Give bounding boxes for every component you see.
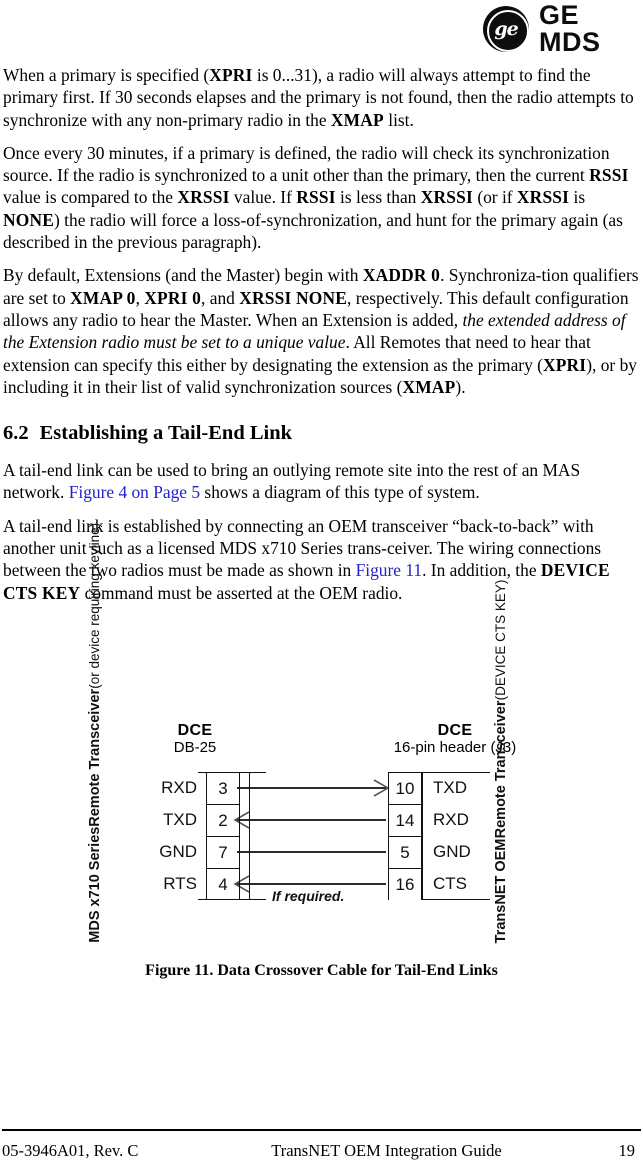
pin-signal: GND bbox=[433, 842, 471, 861]
pin-row: 16 CTS bbox=[388, 868, 477, 900]
pin-row: 10 TXD bbox=[388, 772, 477, 804]
right-device-label: TransNET OEM Remote Transceiver (DEVICE … bbox=[493, 579, 509, 943]
left-connector-bottom-rule bbox=[198, 899, 266, 900]
left-device-line3: (or device requiring keyline) bbox=[87, 523, 102, 690]
pin-number: 7 bbox=[206, 836, 240, 868]
ge-mds-logo: ge GE MDS bbox=[483, 0, 641, 57]
section-number: 6.2 bbox=[3, 422, 29, 445]
right-device-line3: (DEVICE CTS KEY) bbox=[493, 579, 508, 701]
left-device-label: MDS x710 Series Remote Transceiver (or d… bbox=[87, 523, 103, 943]
pin-number: 14 bbox=[388, 804, 422, 836]
pin-signal: CTS bbox=[433, 874, 467, 893]
left-device-line2: Remote Transceiver bbox=[87, 689, 103, 827]
paragraph-2: Once every 30 minutes, if a primary is d… bbox=[3, 142, 629, 253]
connector-spine bbox=[240, 772, 250, 804]
pin-row: TXD 2 bbox=[152, 804, 250, 836]
ge-mds-wordmark: GE MDS bbox=[539, 0, 601, 57]
pin-row: RXD 3 bbox=[152, 772, 250, 804]
right-device-line1: TransNET OEM bbox=[493, 838, 509, 943]
wire-rxd-txd bbox=[237, 779, 390, 797]
pin-number: 5 bbox=[388, 836, 422, 868]
section-title: Establishing a Tail-End Link bbox=[39, 422, 293, 445]
connector-spine bbox=[240, 836, 250, 868]
pin-signal: RTS bbox=[163, 874, 197, 893]
if-required-annotation: If required. bbox=[272, 888, 345, 904]
right-connector-header: DCE 16-pin header (J3) bbox=[330, 722, 580, 757]
right-connector-subtitle: 16-pin header (J3) bbox=[393, 738, 517, 756]
left-connector-type: DCE bbox=[177, 722, 213, 739]
pin-number: 10 bbox=[388, 772, 422, 804]
right-connector-pinout: 10 TXD 14 RXD 5 GND 16 CTS bbox=[388, 772, 490, 900]
ge-monogram-icon: ge bbox=[483, 6, 529, 52]
paragraph-4: A tail-end link can be used to bring an … bbox=[3, 460, 581, 503]
pin-row: 5 GND bbox=[388, 836, 477, 868]
footer-title: TransNET OEM Integration Guide bbox=[271, 1141, 502, 1160]
right-connector-bottom-rule bbox=[422, 899, 490, 900]
pin-signal: RXD bbox=[433, 810, 469, 829]
wire-rxd-rev bbox=[233, 811, 386, 829]
left-connector-subtitle: DB-25 bbox=[173, 738, 217, 756]
paragraph-3: By default, Extensions (and the Master) … bbox=[3, 265, 639, 397]
section-heading: 6.2 Establishing a Tail-End Link bbox=[3, 420, 640, 446]
right-connector-type: DCE bbox=[437, 722, 473, 739]
pin-signal: TXD bbox=[433, 778, 467, 797]
pin-signal: GND bbox=[159, 842, 197, 861]
left-connector-header: DCE DB-25 bbox=[130, 722, 260, 757]
footer-page-number: 19 bbox=[618, 1141, 636, 1160]
pin-number: 2 bbox=[206, 804, 240, 836]
right-connector-top-rule bbox=[422, 772, 490, 773]
ge-monogram-text: ge bbox=[494, 18, 518, 40]
left-connector-top-rule bbox=[198, 772, 266, 773]
footer-doc-number: 05-3946A01, Rev. C bbox=[2, 1141, 139, 1160]
pin-row: 14 RXD bbox=[388, 804, 477, 836]
pin-number: 4 bbox=[206, 868, 240, 900]
page-footer: 05-3946A01, Rev. C TransNET OEM Integrat… bbox=[2, 1138, 641, 1164]
connector-spine bbox=[240, 868, 250, 900]
pin-number: 16 bbox=[388, 868, 422, 900]
connector-spine bbox=[240, 804, 250, 836]
footer-divider bbox=[2, 1129, 641, 1131]
figure-caption: Figure 11. Data Crossover Cable for Tail… bbox=[145, 962, 498, 979]
left-connector-pinout: RXD 3 TXD 2 GND 7 RTS 4 bbox=[152, 772, 266, 900]
pin-signal: RXD bbox=[161, 778, 197, 797]
pin-row: GND 7 bbox=[152, 836, 250, 868]
pin-row: RTS 4 bbox=[152, 868, 250, 900]
pin-signal: TXD bbox=[163, 810, 197, 829]
left-device-line1: MDS x710 Series bbox=[87, 826, 103, 943]
paragraph-1: When a primary is specified (XPRI is 0..… bbox=[3, 65, 634, 130]
pin-number: 3 bbox=[206, 772, 240, 804]
